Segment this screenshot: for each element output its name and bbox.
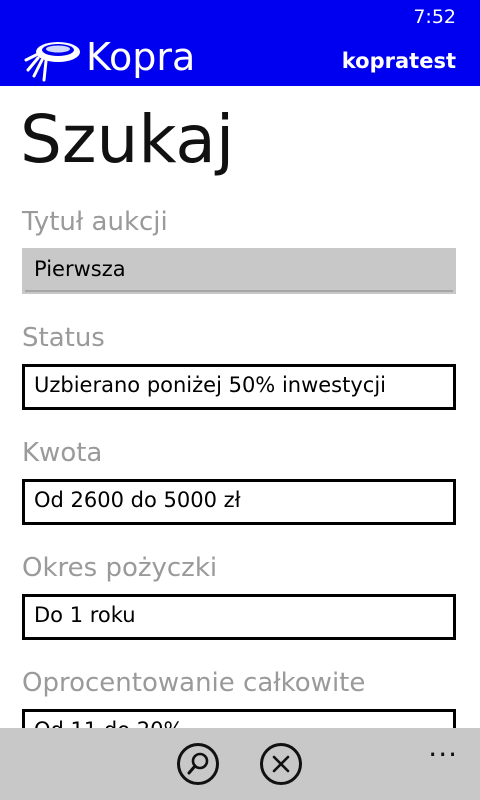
search-icon [187, 752, 209, 775]
app-header: Kopra kopratest [0, 32, 480, 86]
cancel-button[interactable] [260, 743, 302, 785]
title-label: Tytuł aukcji [22, 207, 168, 237]
status-bar: 7:52 [0, 0, 480, 32]
status-select[interactable]: Uzbierano poniżej 50% inwestycji [22, 364, 456, 410]
app-name: Kopra [86, 35, 196, 79]
loan-period-label: Okres pożyczki [22, 553, 218, 583]
page-title: Szukaj [20, 101, 235, 178]
more-options-button[interactable]: ... [428, 730, 458, 763]
search-button[interactable] [177, 743, 219, 785]
loan-period-value: Do 1 roku [34, 603, 136, 627]
status-value: Uzbierano poniżej 50% inwestycji [34, 373, 386, 397]
clock: 7:52 [413, 6, 456, 28]
amount-value: Od 2600 do 5000 zł [34, 488, 241, 512]
close-icon [272, 755, 290, 773]
kopra-logo-icon [24, 42, 80, 82]
status-label: Status [22, 323, 105, 353]
amount-label: Kwota [22, 438, 103, 468]
amount-select[interactable]: Od 2600 do 5000 zł [22, 479, 456, 525]
loan-period-select[interactable]: Do 1 roku [22, 594, 456, 640]
title-input[interactable]: Pierwsza [22, 248, 456, 294]
title-value: Pierwsza [34, 257, 126, 281]
username[interactable]: kopratest [342, 49, 456, 73]
interest-label: Oprocentowanie całkowite [22, 668, 366, 698]
app-bar: ... [0, 728, 480, 800]
